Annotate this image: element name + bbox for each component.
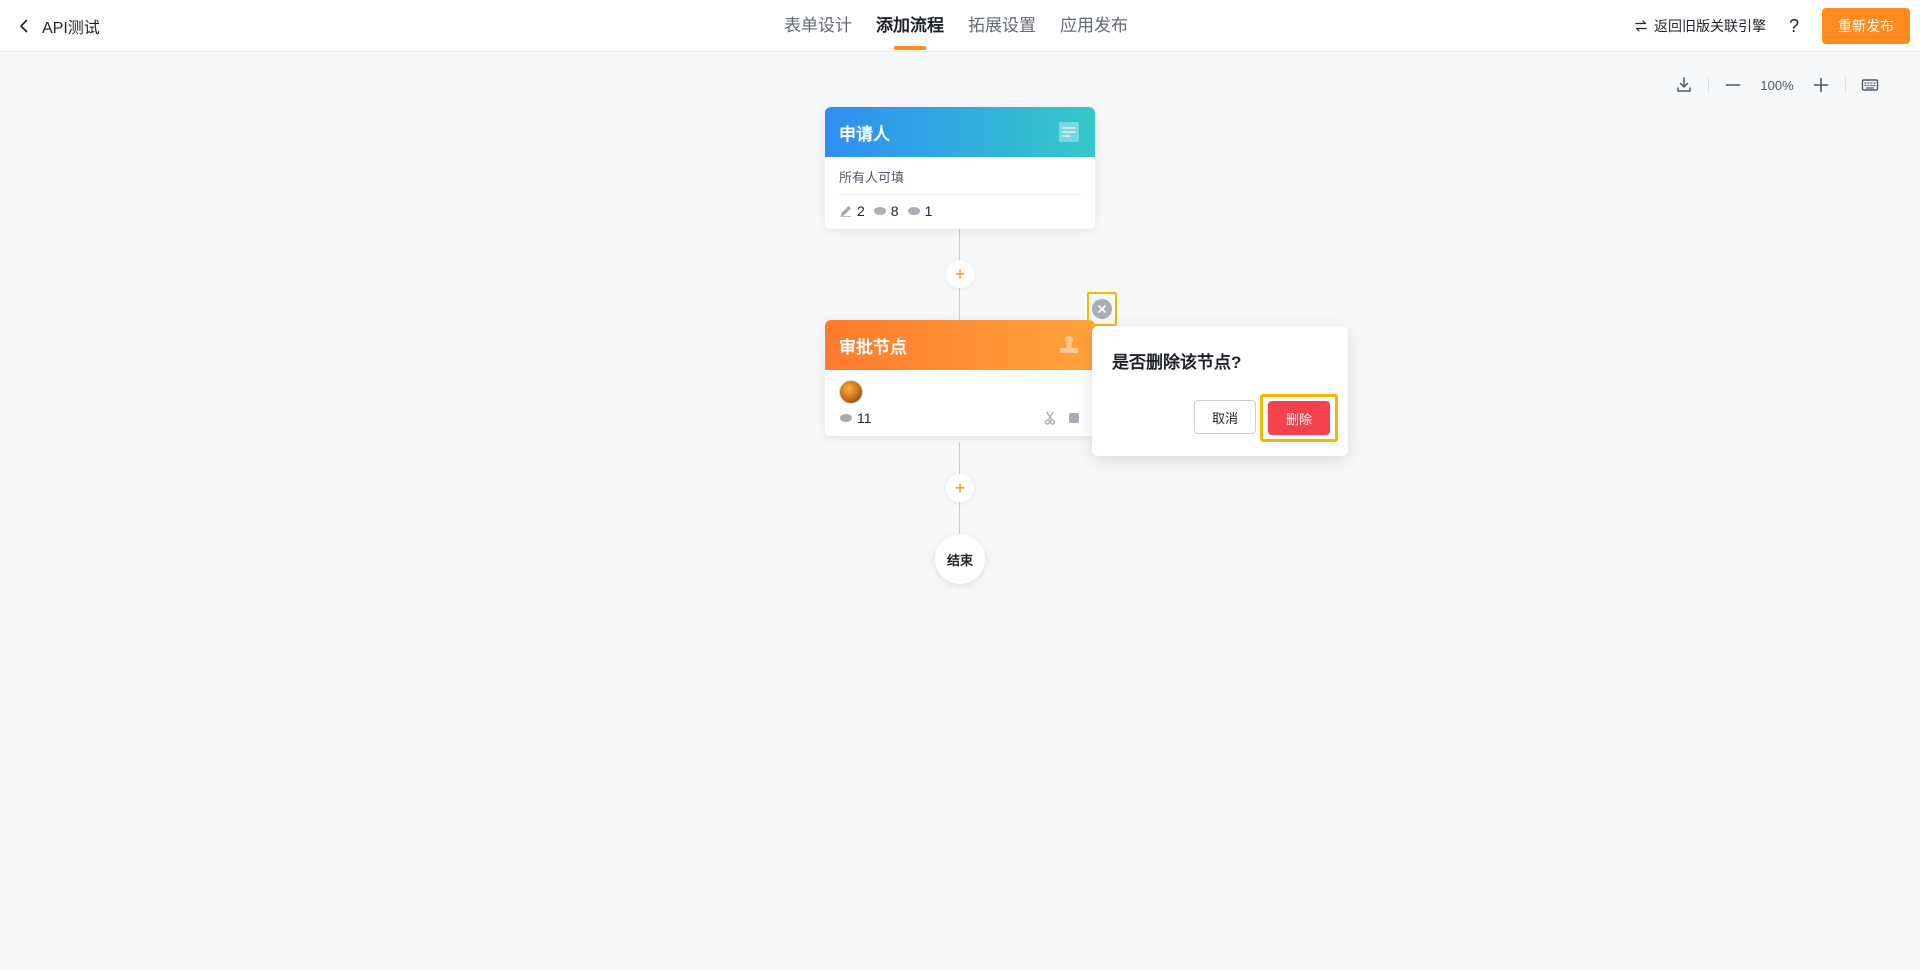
toolbar-divider: [1845, 77, 1846, 93]
swap-icon: [1635, 20, 1647, 32]
applicant-node-body: 所有人可填 2 8 1: [825, 157, 1095, 229]
keyboard-icon[interactable]: [1860, 75, 1880, 95]
delete-confirm-message: 是否删除该节点?: [1112, 353, 1242, 372]
approval-node-title: 审批节点: [839, 337, 907, 357]
republish-button[interactable]: 重新发布: [1822, 8, 1910, 44]
approval-stats: 11: [839, 410, 1081, 426]
delete-button[interactable]: 删除: [1268, 401, 1330, 435]
canvas-toolbar: 100%: [1674, 72, 1880, 98]
header-actions: 返回旧版关联引擎 ? 重新发布: [1634, 0, 1910, 52]
add-node-button[interactable]: +: [946, 474, 974, 502]
tab-extension-settings[interactable]: 拓展设置: [968, 0, 1036, 52]
tab-form-design[interactable]: 表单设计: [784, 0, 852, 52]
tab-bar: 表单设计 添加流程 拓展设置 应用发布: [784, 0, 1128, 52]
toolbar-divider: [1708, 77, 1709, 93]
zoom-out-icon[interactable]: [1723, 75, 1743, 95]
field-permission-stats: 2 8 1: [839, 203, 1081, 219]
app-title: API测试: [42, 20, 100, 37]
legacy-engine-link[interactable]: 返回旧版关联引擎: [1634, 16, 1766, 36]
zoom-in-icon[interactable]: [1811, 75, 1831, 95]
chevron-left-icon: [20, 19, 28, 33]
approval-node[interactable]: 审批节点 11: [825, 320, 1095, 436]
top-header: API测试 表单设计 添加流程 拓展设置 应用发布 返回旧版关联引擎 ? 重新发…: [0, 0, 1920, 52]
applicant-node-description: 所有人可填: [839, 167, 1081, 195]
eye-hidden-icon: [907, 207, 920, 215]
applicant-node-header: 申请人: [825, 107, 1095, 157]
view-count: 11: [857, 410, 872, 426]
approval-node-header: 审批节点: [825, 320, 1095, 370]
form-icon: [1059, 122, 1079, 142]
legacy-engine-label: 返回旧版关联引擎: [1654, 18, 1766, 34]
delete-confirm-popover: 是否删除该节点? 取消 删除: [1092, 326, 1348, 456]
download-icon[interactable]: [1674, 75, 1694, 95]
add-node-button[interactable]: +: [946, 260, 974, 288]
edit-icon: [840, 205, 852, 217]
applicant-node[interactable]: 申请人 所有人可填 2 8 1: [825, 107, 1095, 229]
stamp-icon: [1060, 336, 1078, 353]
tab-add-flow[interactable]: 添加流程: [876, 0, 944, 52]
approver-avatar: [839, 380, 863, 404]
eye-icon: [873, 207, 886, 215]
approval-node-body: 11: [825, 370, 1095, 436]
zoom-level: 100%: [1760, 77, 1794, 93]
copy-icon: [1069, 413, 1079, 423]
tab-app-publish[interactable]: 应用发布: [1060, 0, 1128, 52]
delete-node-highlight: [1087, 292, 1117, 326]
edit-count: 2: [857, 203, 865, 219]
cancel-button[interactable]: 取消: [1194, 400, 1256, 434]
eye-icon: [840, 414, 852, 422]
applicant-node-title: 申请人: [839, 124, 890, 144]
scissors-icon: [1044, 411, 1056, 425]
help-icon[interactable]: ?: [1784, 16, 1804, 37]
delete-button-highlight: 删除: [1260, 394, 1338, 442]
back-button[interactable]: API测试: [16, 0, 100, 52]
view-count: 8: [890, 203, 899, 219]
hidden-count: 1: [924, 203, 933, 219]
end-node: 结束: [935, 534, 985, 584]
delete-node-close-icon[interactable]: [1092, 299, 1112, 319]
